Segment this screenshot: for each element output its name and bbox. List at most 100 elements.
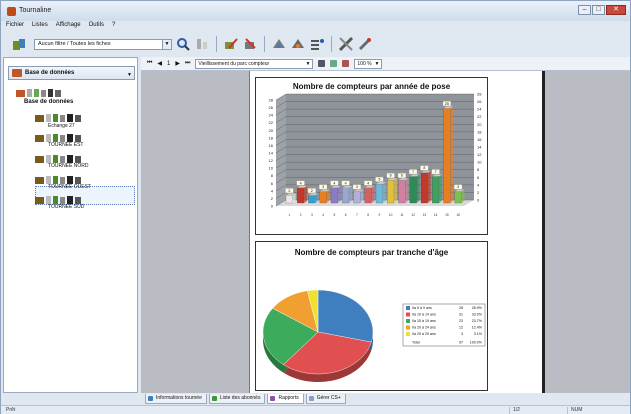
- bar-side: [405, 178, 409, 203]
- x-category-label: 8: [367, 213, 369, 217]
- chevron-down-icon: ▼: [305, 60, 311, 67]
- bottom-tabs: Informations tournée Liste des abonnés R…: [141, 394, 630, 404]
- bar: 6 10: [386, 173, 397, 217]
- database-select-label: Base de données: [25, 70, 75, 76]
- x-category-label: 12: [411, 213, 415, 217]
- menu-fichier[interactable]: Fichier: [6, 22, 24, 32]
- tree-root[interactable]: [16, 88, 64, 98]
- bar-front: [353, 191, 361, 204]
- tab-gerer-cs[interactable]: Gérer CS+: [305, 394, 346, 404]
- tools-icon[interactable]: [338, 36, 354, 52]
- export-icon[interactable]: [330, 60, 338, 67]
- bar: 7 12: [409, 169, 420, 217]
- menu-help[interactable]: ?: [112, 22, 115, 32]
- bar: 7 14: [431, 169, 442, 217]
- meter-read-icon[interactable]: [271, 36, 287, 52]
- main-window: Tournaline – □ ✕ Fichier Listes Affichag…: [0, 0, 631, 414]
- bar-value-label: 3: [356, 185, 358, 189]
- filter-select[interactable]: Aucun filtre / Toutes les fiches ▼: [34, 38, 172, 50]
- bar-value-label: 3: [457, 185, 459, 189]
- menu-outils[interactable]: Outils: [89, 22, 104, 32]
- x-category-label: 9: [378, 213, 380, 217]
- y-tick-label-left: 16: [269, 143, 274, 148]
- app-icon: [7, 7, 16, 16]
- close-button[interactable]: ✕: [606, 5, 626, 15]
- database-select[interactable]: Base de données ▼: [8, 66, 135, 80]
- bar-side: [416, 174, 420, 203]
- bar-value-label: 4: [345, 181, 347, 185]
- edit-icon[interactable]: [223, 36, 239, 52]
- database-panel: Base de données ▼ Base de données Echang…: [3, 57, 138, 393]
- meter-settings-icon[interactable]: [290, 36, 306, 52]
- bar-side: [326, 189, 330, 203]
- x-category-label: 5: [333, 213, 335, 217]
- users-filter-icon[interactable]: [11, 36, 27, 52]
- y-tick-label-left: 14: [269, 151, 274, 156]
- root-tools-icon: [16, 89, 61, 97]
- print-icon[interactable]: [318, 60, 326, 67]
- report-select-value: Vieillissement du parc compteur: [198, 60, 270, 67]
- first-page-icon[interactable]: ⏮: [147, 60, 152, 67]
- legend-swatch: [406, 306, 410, 310]
- legend-swatch: [406, 332, 410, 336]
- bar-value-label: 4: [367, 181, 369, 185]
- meter-list-icon[interactable]: [309, 36, 325, 52]
- legend-value: 12: [459, 326, 463, 330]
- legend-total-percent: 100.0%: [470, 341, 483, 345]
- y-tick-label-right: 6: [477, 175, 480, 180]
- y-tick-label-left: 4: [271, 188, 274, 193]
- tab-rapports[interactable]: Rapports: [267, 394, 304, 404]
- menu-listes[interactable]: Listes: [32, 22, 48, 32]
- x-category-label: 15: [445, 213, 449, 217]
- y-tick-label-right: 4: [477, 182, 480, 187]
- report-select[interactable]: Vieillissement du parc compteur ▼: [195, 58, 314, 69]
- delete-icon[interactable]: [242, 36, 258, 52]
- tree-item-echange-27[interactable]: [35, 113, 95, 123]
- bar-front: [432, 176, 440, 204]
- legend-percent: 28.9%: [472, 306, 483, 310]
- zoom-select[interactable]: 100 % ▼: [354, 58, 383, 69]
- bar: 6 11: [397, 173, 409, 217]
- legend-swatch: [406, 312, 410, 317]
- tab-liste-abonnes[interactable]: Liste des abonnés: [208, 394, 266, 404]
- save-icon[interactable]: [342, 60, 350, 67]
- legend-swatch: [406, 325, 410, 330]
- page-number: 1: [167, 60, 171, 67]
- tab-label: Informations tournée: [156, 395, 202, 401]
- legend-percent: 33.0%: [472, 313, 483, 317]
- last-page-icon[interactable]: ⏭: [185, 60, 190, 67]
- pie-chart-canvas: 0a 5 à 9 ans 28 28.9% 0a 10 à 14 ans 31 33.0%…: [262, 289, 486, 382]
- bar-side: [349, 185, 352, 203]
- maximize-button[interactable]: □: [592, 5, 605, 15]
- x-category-label: 11: [400, 213, 404, 217]
- next-page-icon[interactable]: ▶: [175, 60, 180, 67]
- x-category-label: 1: [288, 213, 290, 217]
- y-tick-label-left: 6: [271, 181, 274, 186]
- x-category-label: 10: [389, 213, 393, 217]
- sort-icon[interactable]: [194, 36, 210, 52]
- search-icon[interactable]: [175, 36, 191, 52]
- toolbar: Aucun filtre / Toutes les fiches ▼: [3, 34, 628, 54]
- bar-side: [427, 170, 431, 203]
- legend-swatch: [406, 319, 410, 323]
- tab-label: Liste des abonnés: [219, 395, 261, 401]
- prev-page-icon[interactable]: ◀: [157, 60, 162, 67]
- bar-side: [439, 174, 442, 203]
- bar-value-label: 25: [445, 102, 449, 106]
- tab-informations-tournee[interactable]: Informations tournée: [145, 394, 207, 404]
- wrench-icon[interactable]: [357, 36, 373, 52]
- bar-side: [382, 182, 386, 203]
- chevron-down-icon: ▼: [127, 72, 132, 78]
- bar-front: [387, 180, 395, 204]
- tree-item-label: TOURNEE EST: [48, 142, 84, 148]
- tree-root-label: Base de données: [24, 99, 74, 105]
- title-bar: Tournaline – □ ✕: [1, 1, 630, 21]
- y-tick-label-right: 20: [477, 122, 482, 127]
- report-viewer[interactable]: Nombre de compteurs par année de pose 00…: [141, 71, 630, 393]
- y-tick-label-left: 24: [269, 113, 274, 118]
- menu-affichage[interactable]: Affichage: [56, 22, 81, 32]
- bar-side: [360, 189, 364, 203]
- bar-chart-canvas: 0022446688101012121414161618182020222224…: [269, 92, 483, 218]
- status-num: NUM: [567, 407, 627, 414]
- minimize-button[interactable]: –: [578, 5, 591, 15]
